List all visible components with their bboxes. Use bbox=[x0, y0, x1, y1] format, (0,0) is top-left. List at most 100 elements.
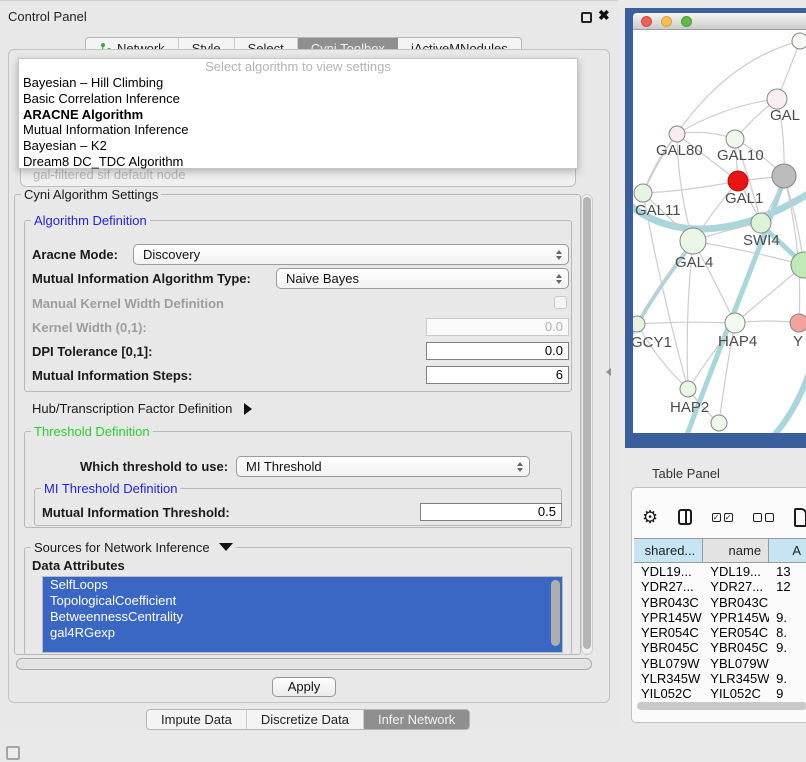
network-node-gal10[interactable] bbox=[726, 130, 744, 148]
data-attributes-list[interactable]: SelfLoopsTopologicalCoefficientBetweenne… bbox=[42, 576, 563, 653]
manual-kernel-width-checkbox[interactable] bbox=[554, 296, 567, 309]
algorithm-option[interactable]: Bayesian – K2 bbox=[19, 138, 577, 154]
table-cell: 9. bbox=[769, 640, 806, 655]
list-scrollbar[interactable] bbox=[551, 580, 560, 646]
attribute-list-item[interactable]: gal4RGexp bbox=[43, 625, 562, 641]
column-header[interactable]: shared... bbox=[634, 539, 703, 562]
attribute-list-item[interactable]: BetweennessCentrality bbox=[43, 609, 562, 625]
close-icon[interactable]: ✖ bbox=[598, 7, 610, 24]
table-row[interactable]: YER054CYER054C8. bbox=[634, 625, 806, 640]
node-label: GCY1 bbox=[633, 334, 672, 351]
bottom-tab-infer-network[interactable]: Infer Network bbox=[364, 710, 469, 729]
table-cell: 9. bbox=[769, 671, 806, 686]
dpi-tolerance-field[interactable]: 0.0 bbox=[426, 342, 569, 360]
table-cell: YDL19... bbox=[703, 564, 769, 579]
table-icon[interactable] bbox=[794, 508, 806, 527]
columns-icon[interactable] bbox=[678, 509, 691, 525]
which-threshold-combo[interactable]: MI Threshold bbox=[236, 456, 530, 477]
table-toolbar: ⚙ ✓✓ bbox=[642, 502, 806, 532]
network-node-gcy1[interactable] bbox=[633, 316, 645, 332]
node-label: SWI4 bbox=[743, 232, 780, 249]
table-row[interactable]: YDR27...YDR27...12 bbox=[634, 579, 806, 594]
which-threshold-value: MI Threshold bbox=[246, 459, 322, 474]
mi-steps-label: Mutual Information Steps: bbox=[32, 368, 192, 383]
mi-threshold-field[interactable]: 0.5 bbox=[420, 503, 562, 521]
network-node[interactable] bbox=[792, 33, 806, 49]
network-node-gal80[interactable] bbox=[669, 126, 685, 142]
attribute-list-item[interactable]: TopologicalCoefficient bbox=[43, 593, 562, 609]
table-panel-title: Table Panel bbox=[652, 466, 720, 481]
table-cell: YBL079W bbox=[703, 656, 769, 671]
algorithm-option[interactable]: Bayesian – Hill Climbing bbox=[19, 75, 577, 91]
network-window-titlebar[interactable] bbox=[633, 13, 806, 30]
select-none-icon[interactable] bbox=[753, 513, 774, 522]
table-row[interactable]: YBR043CYBR043C bbox=[634, 595, 806, 610]
network-canvas[interactable]: GALGAL80GAL10GAL1GAL11SWI4GAL4GCY1HAP4YH… bbox=[633, 31, 806, 433]
dpi-tolerance-label: DPI Tolerance [0,1]: bbox=[32, 344, 152, 359]
kernel-width-field[interactable]: 0.0 bbox=[426, 318, 569, 336]
attribute-list-item[interactable]: SelfLoops bbox=[43, 577, 562, 593]
network-node-gal4[interactable] bbox=[680, 228, 706, 254]
table-cell: YBR045C bbox=[703, 640, 769, 655]
algorithm-option[interactable]: Mutual Information Inference bbox=[19, 122, 577, 138]
network-node-gal[interactable] bbox=[767, 89, 787, 109]
table-row[interactable]: YDL19...YDL19...13 bbox=[634, 564, 806, 579]
gear-icon[interactable]: ⚙ bbox=[642, 508, 658, 526]
apply-button[interactable]: Apply bbox=[272, 677, 336, 697]
column-header[interactable]: name bbox=[703, 539, 769, 562]
settings-vertical-scrollbar[interactable] bbox=[581, 194, 593, 655]
manual-kernel-width-label: Manual Kernel Width Definition bbox=[32, 296, 224, 311]
aracne-mode-combo[interactable]: Discovery bbox=[133, 244, 569, 265]
network-edge[interactable] bbox=[677, 99, 777, 134]
close-traffic-light-icon[interactable] bbox=[641, 16, 652, 27]
table-cell: YDR27... bbox=[634, 579, 703, 594]
table-cell: YLR345W bbox=[703, 671, 769, 686]
network-node[interactable] bbox=[772, 164, 796, 188]
network-node-hap4[interactable] bbox=[725, 313, 745, 333]
dock-grip-icon[interactable] bbox=[6, 746, 20, 760]
algorithm-option[interactable]: Dream8 DC_TDC Algorithm bbox=[19, 154, 577, 170]
table-horizontal-scrollbar[interactable] bbox=[637, 702, 806, 710]
network-edge[interactable] bbox=[725, 373, 806, 433]
table-row[interactable]: YLR345WYLR345W9. bbox=[634, 671, 806, 686]
bottom-tab-impute-data[interactable]: Impute Data bbox=[147, 710, 247, 729]
table-cell: YIL052C bbox=[703, 686, 769, 701]
algorithm-option[interactable]: Basic Correlation Inference bbox=[19, 91, 577, 107]
algorithm-definition-title: Algorithm Definition bbox=[31, 213, 150, 228]
zoom-traffic-light-icon[interactable] bbox=[681, 16, 692, 27]
network-node-y[interactable] bbox=[790, 314, 806, 332]
mi-threshold-definition-title: MI Threshold Definition bbox=[41, 481, 180, 496]
table-row[interactable]: YIL052CYIL052C9 bbox=[634, 686, 806, 701]
select-all-icon[interactable]: ✓✓ bbox=[712, 513, 733, 522]
table-cell: YDR27... bbox=[703, 579, 769, 594]
column-header[interactable]: A bbox=[769, 539, 806, 562]
table-row[interactable]: YBR045CYBR045C9. bbox=[634, 640, 806, 655]
algorithm-option[interactable]: ARACNE Algorithm bbox=[19, 107, 577, 123]
table-row[interactable]: YPR145WYPR145W9. bbox=[634, 610, 806, 625]
float-window-icon[interactable] bbox=[581, 12, 592, 23]
network-node[interactable] bbox=[711, 415, 727, 431]
network-node-gal1[interactable] bbox=[728, 171, 748, 191]
minimize-traffic-light-icon[interactable] bbox=[661, 16, 672, 27]
network-edge[interactable] bbox=[643, 181, 738, 193]
table-row[interactable]: YBL079WYBL079W bbox=[634, 656, 806, 671]
table-cell: YIL052C bbox=[634, 686, 703, 701]
mi-algorithm-type-combo[interactable]: Naive Bayes bbox=[276, 268, 569, 289]
network-node-gal11[interactable] bbox=[634, 184, 652, 202]
table-cell: YPR145W bbox=[703, 610, 769, 625]
bottom-tab-discretize-data[interactable]: Discretize Data bbox=[247, 710, 364, 729]
network-node-swi4[interactable] bbox=[751, 213, 771, 233]
settings-horizontal-scrollbar[interactable] bbox=[16, 658, 592, 670]
hub-definition-toggle[interactable]: Hub/Transcription Factor Definition bbox=[32, 401, 252, 416]
table-header-row: shared...nameA bbox=[634, 538, 806, 563]
table-cell: YBR043C bbox=[703, 595, 769, 610]
network-node-hap2[interactable] bbox=[680, 381, 696, 397]
mi-steps-field[interactable]: 6 bbox=[426, 366, 569, 384]
table-cell: 12 bbox=[769, 579, 806, 594]
sources-title[interactable]: Sources for Network Inference bbox=[31, 540, 236, 555]
network-edge[interactable] bbox=[735, 265, 804, 323]
aracne-mode-value: Discovery bbox=[143, 247, 200, 262]
algorithm-dropdown-placeholder: Select algorithm to view settings bbox=[19, 59, 577, 75]
network-edge[interactable] bbox=[637, 322, 735, 324]
splitter-collapse-icon[interactable] bbox=[606, 368, 611, 376]
